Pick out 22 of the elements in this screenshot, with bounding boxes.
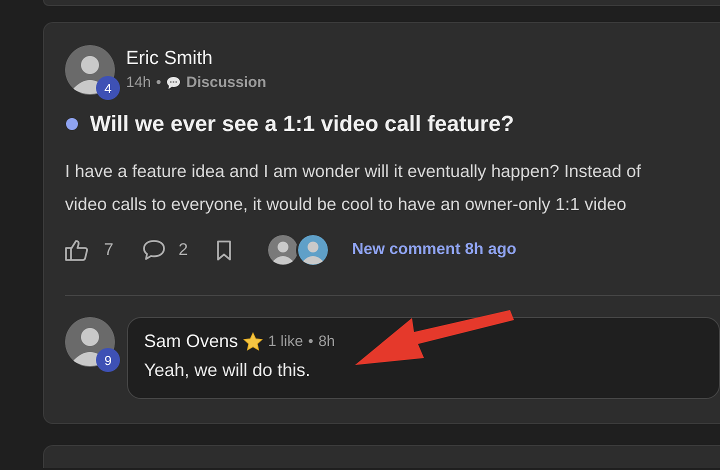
separator: • — [156, 74, 162, 91]
speech-bubble-icon — [166, 76, 182, 90]
post-title[interactable]: Will we ever see a 1:1 video call feature? — [90, 111, 514, 137]
comment-count: 2 — [178, 240, 188, 260]
author-name[interactable]: Eric Smith — [126, 48, 266, 70]
comment-text: Yeah, we will do this. — [144, 360, 312, 381]
new-comment-link[interactable]: New comment 8h ago — [352, 241, 516, 259]
bookmark-icon[interactable] — [216, 240, 232, 260]
separator: • — [308, 333, 314, 350]
avatar-icon — [298, 235, 328, 265]
comment-time: 8h — [318, 333, 336, 350]
comment-icon[interactable] — [142, 239, 166, 261]
thumbs-up-icon[interactable] — [65, 239, 88, 261]
commenter-name[interactable]: Sam Ovens — [144, 331, 238, 352]
category-label[interactable]: Discussion — [186, 74, 266, 91]
level-badge: 9 — [96, 348, 120, 372]
avatar-icon — [268, 235, 298, 265]
level-badge: 4 — [96, 76, 120, 100]
like-count: 7 — [104, 240, 114, 260]
post-body: I have a feature idea and I am wonder will it eventually happen? Instead of video calls to everyone, it would be cool to have an owner-only 1:1 video — [65, 160, 642, 216]
post-time: 14h — [126, 74, 152, 91]
comment-likes: 1 like — [268, 333, 304, 350]
